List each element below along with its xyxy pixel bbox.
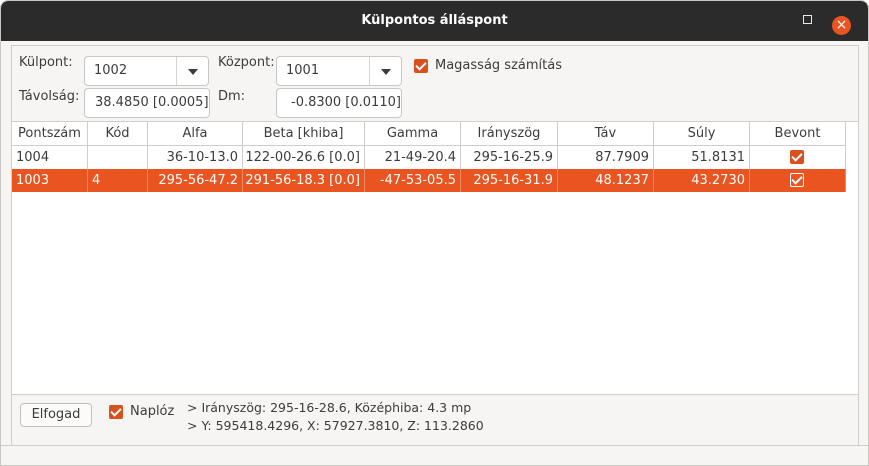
kozpont-value: 1001 — [286, 63, 320, 78]
cell-pontszam: 1003 — [12, 169, 88, 192]
cell-alfa: 36-10-13.0 — [148, 146, 243, 169]
dialog-window: Külpontos álláspont × Külpont: 1002 Közp… — [0, 0, 869, 466]
points-table: Pontszám Kód Alfa Beta [khiba] Gamma Irá… — [12, 121, 858, 395]
cell-gamma: 21-49-20.4 — [365, 146, 461, 169]
kozpont-combo[interactable]: 1001 — [276, 56, 402, 86]
kulpont-combo[interactable]: 1002 — [84, 56, 209, 86]
chevron-down-icon[interactable] — [381, 69, 391, 75]
close-icon[interactable]: × — [832, 16, 851, 35]
col-kod[interactable]: Kód — [88, 122, 148, 145]
magassag-label: Magasság számítás — [435, 58, 562, 73]
col-bevont[interactable]: Bevont — [750, 122, 846, 145]
cell-bevont — [750, 169, 846, 192]
log-checkbox[interactable] — [109, 405, 123, 419]
bevont-checkbox[interactable] — [790, 150, 804, 164]
kozpont-label: Központ: — [218, 55, 275, 70]
col-alfa[interactable]: Alfa — [148, 122, 243, 145]
cell-kod — [88, 146, 148, 169]
kulpont-label: Külpont: — [19, 55, 73, 70]
table-row[interactable]: 1004 36-10-13.0 122-00-26.6 [0.0] 21-49-… — [12, 146, 846, 169]
cell-suly: 43.2730 — [654, 169, 750, 192]
cell-bevont — [750, 146, 846, 169]
dm-label: Dm: — [218, 89, 246, 104]
title-bar: Külpontos álláspont × — [1, 1, 868, 41]
cell-tav: 87.7909 — [558, 146, 654, 169]
accept-button[interactable]: Elfogad — [20, 403, 92, 427]
cell-suly: 51.8131 — [654, 146, 750, 169]
result-line-1: > Irányszög: 295-16-28.6, Középhiba: 4.3… — [187, 400, 472, 415]
result-line-2: > Y: 595418.4296, X: 57927.3810, Z: 113.… — [187, 418, 484, 433]
magassag-checkbox[interactable] — [414, 59, 428, 73]
col-tav[interactable]: Táv — [558, 122, 654, 145]
cell-iranyszog: 295-16-31.9 — [461, 169, 558, 192]
cell-beta: 291-56-18.3 [0.0] — [243, 169, 365, 192]
tavolsag-field[interactable]: 38.4850 [0.0005] — [84, 88, 210, 118]
col-iranyszog[interactable]: Irányszög — [461, 122, 558, 145]
window-title: Külpontos álláspont — [361, 13, 508, 28]
log-label: Naplóz — [130, 404, 175, 419]
cell-pontszam: 1004 — [12, 146, 88, 169]
col-pontszam[interactable]: Pontszám — [12, 122, 88, 145]
table-row-selected[interactable]: 1003 4 295-56-47.2 291-56-18.3 [0.0] -47… — [12, 169, 846, 192]
col-beta[interactable]: Beta [khiba] — [243, 122, 365, 145]
chevron-down-icon[interactable] — [188, 69, 198, 75]
maximize-icon[interactable] — [803, 15, 812, 24]
cell-gamma: -47-53-05.5 — [365, 169, 461, 192]
cell-beta: 122-00-26.6 [0.0] — [243, 146, 365, 169]
cell-iranyszog: 295-16-25.9 — [461, 146, 558, 169]
bevont-checkbox[interactable] — [790, 173, 804, 187]
status-bar — [1, 445, 868, 465]
tavolsag-label: Távolság: — [19, 89, 80, 104]
cell-tav: 48.1237 — [558, 169, 654, 192]
cell-alfa: 295-56-47.2 — [148, 169, 243, 192]
cell-kod: 4 — [88, 169, 148, 192]
col-suly[interactable]: Súly — [654, 122, 750, 145]
kulpont-value: 1002 — [94, 63, 128, 78]
col-gamma[interactable]: Gamma — [365, 122, 461, 145]
dm-field[interactable]: -0.8300 [0.0110] — [276, 88, 402, 118]
table-header: Pontszám Kód Alfa Beta [khiba] Gamma Irá… — [12, 122, 846, 146]
